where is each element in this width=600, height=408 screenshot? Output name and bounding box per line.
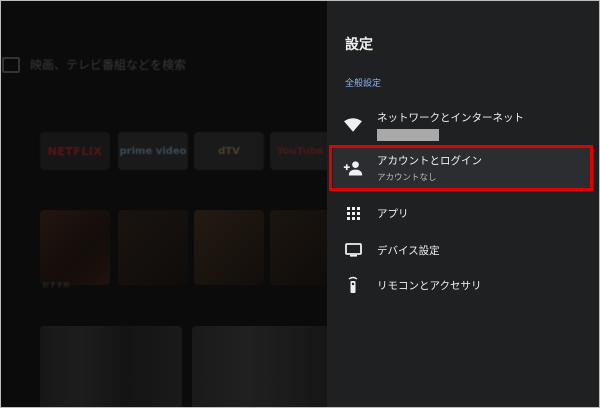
redacted-network-name	[377, 128, 439, 141]
settings-item-label: デバイス設定	[377, 244, 440, 257]
settings-item-label: ネットワークとインターネット	[377, 111, 524, 124]
home-search-bar: 映画、テレビ番組などを検索	[0, 56, 186, 73]
settings-item-remote[interactable]: リモコンとアクセサリ	[333, 272, 591, 298]
content-poster	[194, 210, 264, 285]
remote-icon	[339, 276, 367, 294]
row-caption: おすすめ	[42, 281, 70, 289]
settings-item-apps[interactable]: アプリ	[333, 200, 591, 226]
home-screen-dimmed: 映画、テレビ番組などを検索 NETFLIX prime video dTV Yo…	[0, 0, 327, 408]
app-tile-youtube: YouTube	[270, 132, 327, 170]
search-field-icon	[2, 56, 20, 73]
content-poster	[118, 210, 188, 285]
tv-icon	[339, 243, 367, 257]
section-general-settings: 全般設定	[345, 79, 382, 89]
settings-item-network[interactable]: ネットワークとインターネット	[333, 108, 591, 142]
content-poster	[270, 210, 327, 285]
app-tile-dtv: dTV	[194, 132, 264, 170]
settings-item-label: リモコンとアクセサリ	[377, 279, 482, 292]
settings-item-label: アプリ	[377, 207, 409, 220]
panel-title: 設定	[345, 37, 373, 53]
search-hint: 映画、テレビ番組などを検索	[30, 58, 187, 72]
settings-item-device[interactable]: デバイス設定	[333, 237, 591, 263]
wifi-icon	[339, 118, 367, 132]
selection-highlight-box	[329, 145, 593, 191]
apps-grid-icon	[339, 206, 367, 220]
content-card	[192, 326, 327, 408]
content-card	[40, 326, 182, 408]
app-tile-netflix: NETFLIX	[40, 132, 110, 170]
content-poster	[40, 210, 110, 285]
app-tile-prime-video: prime video	[118, 132, 188, 170]
settings-panel: 設定 全般設定 ネットワークとインターネット アカウントとログイン アカウントな…	[327, 0, 600, 408]
